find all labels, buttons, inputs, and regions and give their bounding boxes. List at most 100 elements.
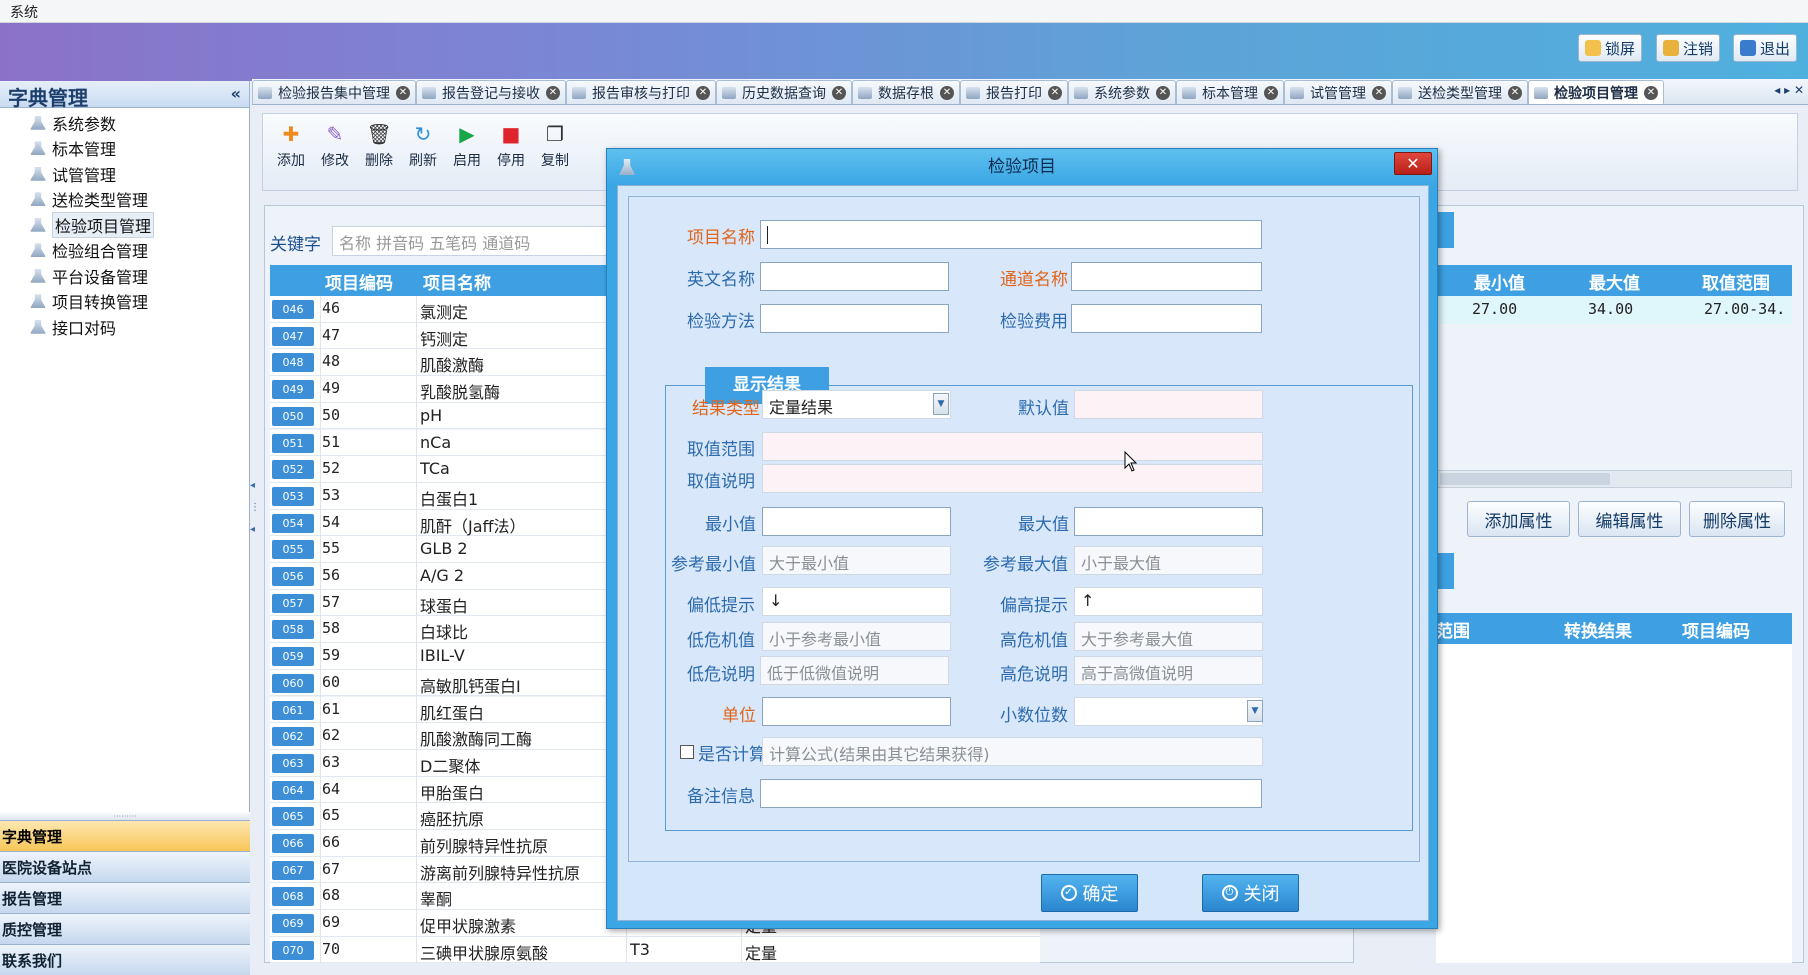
close-icon[interactable]: ✕ bbox=[1508, 85, 1522, 100]
close-icon[interactable]: ✕ bbox=[940, 85, 954, 100]
close-icon[interactable]: ✕ bbox=[1156, 85, 1170, 100]
nav-qc[interactable]: 质控管理 bbox=[0, 913, 250, 944]
collapse-icon[interactable]: « bbox=[231, 84, 241, 103]
sidebar-item-specimen[interactable]: 标本管理 bbox=[0, 136, 249, 162]
col-range[interactable]: 取值范围 bbox=[1702, 269, 1770, 294]
high-critical-input[interactable]: 大于参考最大值 bbox=[1074, 622, 1263, 651]
close-icon[interactable]: ✕ bbox=[1264, 85, 1278, 100]
dialog-title-bar[interactable]: 检验项目 ✕ bbox=[607, 149, 1437, 185]
sidebar-item-send-type[interactable]: 送检类型管理 bbox=[0, 187, 249, 213]
default-value-input[interactable] bbox=[1074, 390, 1263, 419]
close-icon[interactable]: ✕ bbox=[546, 85, 560, 100]
toolbar-copy-button[interactable]: ❐ 复制 bbox=[535, 122, 575, 170]
item-name-input[interactable] bbox=[760, 220, 1262, 249]
lock-screen-button[interactable]: 锁屏 bbox=[1578, 34, 1643, 62]
col-conv-range[interactable]: 范围 bbox=[1436, 617, 1470, 642]
nav-hospital-station[interactable]: 医院设备站点 bbox=[0, 851, 250, 882]
tab-test-items[interactable]: 检验项目管理 ✕ bbox=[1528, 80, 1664, 104]
close-icon[interactable]: ✕ bbox=[1372, 85, 1386, 100]
logout-button[interactable]: 注销 bbox=[1656, 34, 1721, 62]
delete-attribute-button[interactable]: 删除属性 bbox=[1689, 501, 1785, 537]
attributes-row[interactable]: 27.00 34.00 27.00-34. bbox=[1436, 296, 1792, 324]
nav-contact[interactable]: 联系我们 bbox=[0, 944, 250, 975]
high-critical-desc-input[interactable]: 高于高微值说明 bbox=[1074, 656, 1263, 685]
close-button[interactable]: ✕ bbox=[1394, 152, 1432, 175]
attributes-tab[interactable] bbox=[1436, 212, 1454, 248]
nav-dictionary[interactable]: 字典管理 bbox=[0, 820, 250, 851]
toolbar-add-button[interactable]: ✚ 添加 bbox=[271, 122, 311, 170]
col-conv-result[interactable]: 转换结果 bbox=[1564, 617, 1632, 642]
decimals-label: 小数位数 bbox=[1000, 706, 1068, 726]
sidebar-item-tube[interactable]: 试管管理 bbox=[0, 161, 249, 187]
decimals-select[interactable] bbox=[1074, 697, 1263, 726]
close-icon[interactable]: ✕ bbox=[1048, 85, 1062, 100]
scrollbar-thumb[interactable] bbox=[1440, 473, 1610, 485]
tab-report-center[interactable]: 检验报告集中管理 ✕ bbox=[252, 80, 416, 104]
value-desc-input[interactable] bbox=[762, 464, 1263, 493]
add-attribute-button[interactable]: 添加属性 bbox=[1467, 501, 1570, 537]
table-row[interactable]: 070 70 三碘甲状腺原氨酸 T3 定量 bbox=[270, 936, 1040, 964]
conversion-tab[interactable] bbox=[1436, 553, 1454, 589]
col-item-name[interactable]: 项目名称 bbox=[423, 269, 491, 294]
min-value-input[interactable] bbox=[762, 507, 951, 536]
tab-report-review[interactable]: 报告审核与打印 ✕ bbox=[566, 80, 716, 104]
tab-tube[interactable]: 试管管理 ✕ bbox=[1284, 80, 1392, 104]
low-critical-desc-input[interactable]: 低于低微值说明 bbox=[760, 656, 949, 685]
toolbar-play-button[interactable]: ▶ 启用 bbox=[447, 122, 487, 170]
ref-max-input[interactable]: 小于最大值 bbox=[1074, 546, 1263, 575]
value-range-input[interactable] bbox=[762, 432, 1263, 461]
close-icon[interactable]: ✕ bbox=[396, 85, 410, 100]
sidebar-item-system-params[interactable]: 系统参数 bbox=[0, 110, 249, 136]
method-input[interactable] bbox=[760, 304, 949, 333]
toolbar-refresh-button[interactable]: ↻ 刷新 bbox=[403, 122, 443, 170]
nav-report[interactable]: 报告管理 bbox=[0, 882, 250, 913]
chevron-down-icon[interactable]: ▼ bbox=[1247, 700, 1263, 722]
col-min[interactable]: 最小值 bbox=[1474, 269, 1525, 294]
tab-scroll-controls[interactable]: ◂ ▸ ✕ bbox=[1774, 83, 1804, 97]
sidebar-item-test-items[interactable]: 检验项目管理 bbox=[0, 211, 249, 238]
channel-name-input[interactable] bbox=[1071, 262, 1262, 291]
sidebar-splitter[interactable]: ········· bbox=[0, 812, 250, 821]
fee-input[interactable] bbox=[1071, 304, 1262, 333]
remark-input[interactable] bbox=[760, 779, 1262, 808]
tab-history[interactable]: 历史数据查询 ✕ bbox=[716, 80, 852, 104]
tab-data-stub[interactable]: 数据存根 ✕ bbox=[852, 80, 960, 104]
col-item-code[interactable]: 项目编码 bbox=[325, 269, 393, 294]
close-icon[interactable]: ✕ bbox=[1644, 85, 1658, 100]
dialog-close-button[interactable]: ⏻ 关闭 bbox=[1202, 874, 1299, 912]
menu-system[interactable]: 系统 bbox=[10, 5, 38, 21]
close-icon[interactable]: ✕ bbox=[832, 85, 846, 100]
chevron-down-icon[interactable]: ▼ bbox=[933, 393, 949, 415]
panel-splitter[interactable]: ◂ ⋮ ◂ bbox=[250, 480, 260, 600]
tab-report-register[interactable]: 报告登记与接收 ✕ bbox=[416, 80, 566, 104]
unit-input[interactable] bbox=[762, 697, 951, 726]
toolbar-stop-button[interactable]: ■ 停用 bbox=[491, 122, 531, 170]
col-max[interactable]: 最大值 bbox=[1589, 269, 1640, 294]
toolbar-delete-button[interactable]: 🗑 删除 bbox=[359, 122, 399, 170]
tab-send-type[interactable]: 送检类型管理 ✕ bbox=[1392, 80, 1528, 104]
edit-attribute-button[interactable]: 编辑属性 bbox=[1578, 501, 1681, 537]
result-type-select[interactable]: 定量结果 bbox=[762, 390, 951, 419]
sidebar-item-device[interactable]: 平台设备管理 bbox=[0, 263, 249, 289]
sidebar-item-interface[interactable]: 接口对码 bbox=[0, 314, 249, 340]
sidebar-item-convert[interactable]: 项目转换管理 bbox=[0, 289, 249, 315]
close-icon[interactable]: ✕ bbox=[696, 85, 710, 100]
low-hint-input[interactable]: ↓ bbox=[762, 587, 951, 616]
row-number: 056 bbox=[272, 567, 314, 586]
english-name-input[interactable] bbox=[760, 262, 949, 291]
ref-min-input[interactable]: 大于最小值 bbox=[762, 546, 951, 575]
tab-specimen[interactable]: 标本管理 ✕ bbox=[1176, 80, 1284, 104]
is-calc-checkbox[interactable] bbox=[680, 745, 694, 759]
formula-input[interactable]: 计算公式(结果由其它结果获得) bbox=[762, 737, 1263, 766]
sidebar-item-test-group[interactable]: 检验组合管理 bbox=[0, 238, 249, 264]
low-critical-input[interactable]: 小于参考最小值 bbox=[762, 622, 951, 651]
max-value-input[interactable] bbox=[1074, 507, 1263, 536]
col-conv-code[interactable]: 项目编码 bbox=[1682, 617, 1750, 642]
exit-button[interactable]: 退出 bbox=[1733, 34, 1798, 62]
tab-report-print[interactable]: 报告打印 ✕ bbox=[960, 80, 1068, 104]
toolbar-edit-button[interactable]: ✎ 修改 bbox=[315, 122, 355, 170]
keyword-input[interactable]: 名称 拼音码 五笔码 通道码 bbox=[332, 226, 612, 256]
confirm-button[interactable]: ✓ 确定 bbox=[1041, 874, 1138, 912]
tab-system-params[interactable]: 系统参数 ✕ bbox=[1068, 80, 1176, 104]
high-hint-input[interactable]: ↑ bbox=[1074, 587, 1263, 616]
